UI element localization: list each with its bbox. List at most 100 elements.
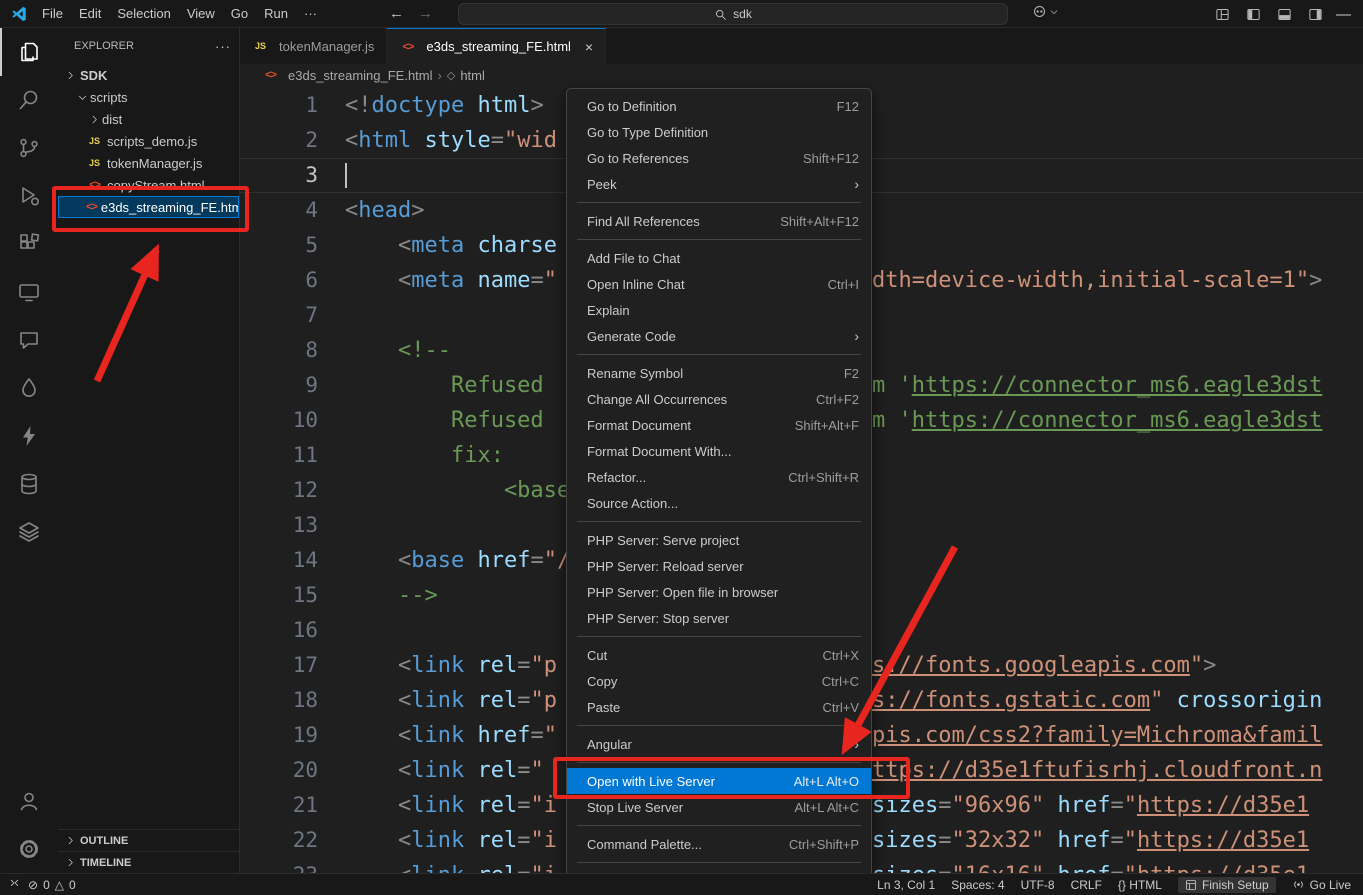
status-label: Ln 3, Col 1	[877, 878, 935, 892]
code-text: <head>	[345, 193, 424, 228]
menu-separator	[577, 725, 861, 726]
outline-section[interactable]: OUTLINE	[58, 829, 239, 851]
context-menu-item-format-document[interactable]: Format DocumentShift+Alt+F	[567, 412, 871, 438]
context-menu-item-cut[interactable]: CutCtrl+X	[567, 642, 871, 668]
context-menu-item-go-to-type-definition[interactable]: Go to Type Definition	[567, 119, 871, 145]
context-menu-item-copy[interactable]: CopyCtrl+C	[567, 668, 871, 694]
file-label: scripts_demo.js	[107, 134, 197, 149]
status-indentation[interactable]: Spaces: 4	[951, 878, 1004, 892]
activity-layers[interactable]	[0, 508, 58, 556]
menu-view[interactable]: View	[179, 3, 223, 24]
context-menu-item-format-document-with[interactable]: Format Document With...	[567, 438, 871, 464]
menu-[interactable]: ···	[296, 3, 325, 24]
copilot-button[interactable]	[1032, 4, 1059, 19]
line-number: 3	[240, 158, 318, 193]
menu-run[interactable]: Run	[256, 3, 296, 24]
context-menu-item-refactor[interactable]: Refactor...Ctrl+Shift+R	[567, 464, 871, 490]
forward-arrow-icon[interactable]: →	[418, 5, 433, 22]
problems-indicator[interactable]: ⊘ 0 △ 0	[28, 878, 76, 892]
explorer-actions-icon[interactable]: ···	[215, 39, 231, 54]
context-menu-item-open-with-live-server[interactable]: Open with Live ServerAlt+L Alt+O	[567, 768, 871, 794]
context-menu-item-php-server-reload-server[interactable]: PHP Server: Reload server	[567, 553, 871, 579]
status-eol[interactable]: CRLF	[1071, 878, 1102, 892]
code-text: <!doctype html>	[345, 88, 544, 123]
status-go-live[interactable]: Go Live	[1292, 878, 1351, 892]
explorer-item-dist[interactable]: dist	[58, 108, 239, 130]
activity-search-side[interactable]	[0, 76, 58, 124]
context-menu-item-paste[interactable]: PasteCtrl+V	[567, 694, 871, 720]
context-menu-item-php-server-open-file-in-browser[interactable]: PHP Server: Open file in browser	[567, 579, 871, 605]
toggle-sidebar-icon[interactable]	[1246, 7, 1261, 22]
line-number: 15	[240, 578, 318, 613]
context-menu-item-source-action[interactable]: Source Action...	[567, 490, 871, 516]
activity-account[interactable]	[0, 777, 58, 825]
context-menu-item-generate-code[interactable]: Generate Code›	[567, 323, 871, 349]
status-finish-setup[interactable]: Finish Setup	[1178, 877, 1276, 893]
context-menu-item-go-to-references[interactable]: Go to ReferencesShift+F12	[567, 145, 871, 171]
status-encoding[interactable]: UTF-8	[1021, 878, 1055, 892]
menu-item-label: Copy	[587, 674, 617, 689]
breadcrumb[interactable]: <> e3ds_streaming_FE.html › ◇ html	[240, 64, 1363, 86]
context-menu-item-php-server-serve-project[interactable]: PHP Server: Serve project	[567, 527, 871, 553]
menu-file[interactable]: File	[34, 3, 71, 24]
breadcrumb-symbol[interactable]: html	[460, 68, 485, 83]
menu-edit[interactable]: Edit	[71, 3, 109, 24]
context-menu-item-peek[interactable]: Peek›	[567, 171, 871, 197]
back-arrow-icon[interactable]: ←	[389, 5, 404, 22]
status-language-mode[interactable]: {} HTML	[1118, 878, 1162, 892]
tab-tokenmanager-js[interactable]: JStokenManager.js	[240, 28, 387, 64]
activity-run-debug[interactable]	[0, 172, 58, 220]
activity-remote-window[interactable]	[0, 268, 58, 316]
context-menu-item-open-inline-chat[interactable]: Open Inline ChatCtrl+I	[567, 271, 871, 297]
context-menu-item-change-all-occurrences[interactable]: Change All OccurrencesCtrl+F2	[567, 386, 871, 412]
activity-thunder[interactable]	[0, 412, 58, 460]
activity-settings[interactable]	[0, 825, 58, 873]
project-name: SDK	[80, 68, 107, 83]
explorer-item-scripts[interactable]: scripts	[58, 86, 239, 108]
project-section-header[interactable]: SDK	[58, 64, 239, 86]
line-number: 14	[240, 543, 318, 578]
explorer-item-tokenmanager-js[interactable]: JStokenManager.js	[58, 152, 239, 174]
database-icon	[17, 472, 41, 496]
line-number: 13	[240, 508, 318, 543]
context-menu-item-command-palette[interactable]: Command Palette...Ctrl+Shift+P	[567, 831, 871, 857]
toggle-panel-icon[interactable]	[1277, 7, 1292, 22]
activity-droplet[interactable]	[0, 364, 58, 412]
menu-selection[interactable]: Selection	[109, 3, 178, 24]
context-menu-item-find-all-references[interactable]: Find All ReferencesShift+Alt+F12	[567, 208, 871, 234]
toggle-secondary-sidebar-icon[interactable]	[1308, 7, 1323, 22]
submenu-chevron-icon: ›	[854, 736, 859, 752]
run-debug-icon	[17, 184, 41, 208]
context-menu-item-rename-symbol[interactable]: Rename SymbolF2	[567, 360, 871, 386]
text-cursor	[345, 163, 347, 188]
explorer-item-e3ds-streaming-fe-html[interactable]: <>e3ds_streaming_FE.html	[58, 196, 239, 218]
activity-database[interactable]	[0, 460, 58, 508]
activity-source-control[interactable]	[0, 124, 58, 172]
context-menu-item-add-file-to-chat[interactable]: Add File to Chat	[567, 245, 871, 271]
menu-separator	[577, 762, 861, 763]
breadcrumb-file[interactable]: e3ds_streaming_FE.html	[288, 68, 433, 83]
tab-e3ds-streaming-fe-html[interactable]: <>e3ds_streaming_FE.html×	[387, 28, 606, 64]
minimize-button[interactable]: —	[1336, 0, 1351, 28]
command-center-search[interactable]: sdk	[458, 3, 1008, 25]
context-menu-item-explain[interactable]: Explain	[567, 297, 871, 323]
menu-go[interactable]: Go	[223, 3, 256, 24]
context-menu-item-php-server-stop-server[interactable]: PHP Server: Stop server	[567, 605, 871, 631]
line-number: 7	[240, 298, 318, 333]
activity-extensions[interactable]	[0, 220, 58, 268]
explorer-item-scripts-demo-js[interactable]: JSscripts_demo.js	[58, 130, 239, 152]
context-menu-item-go-to-definition[interactable]: Go to DefinitionF12	[567, 93, 871, 119]
activity-chat[interactable]	[0, 316, 58, 364]
title-bar: FileEditSelectionViewGoRun··· ← → sdk —	[0, 0, 1363, 28]
customize-layout-icon[interactable]	[1215, 7, 1230, 22]
context-menu-item-stop-live-server[interactable]: Stop Live ServerAlt+L Alt+C	[567, 794, 871, 820]
remote-indicator-icon[interactable]	[8, 878, 21, 891]
account-icon	[17, 789, 41, 813]
explorer-item-copystream-html[interactable]: <>copyStream.html	[58, 174, 239, 196]
menu-item-label: PHP Server: Serve project	[587, 533, 739, 548]
timeline-section[interactable]: TIMELINE	[58, 851, 239, 873]
close-icon[interactable]: ×	[585, 39, 593, 55]
context-menu-item-angular[interactable]: Angular›	[567, 731, 871, 757]
status-cursor-position[interactable]: Ln 3, Col 1	[877, 878, 935, 892]
activity-explorer[interactable]	[0, 28, 58, 76]
